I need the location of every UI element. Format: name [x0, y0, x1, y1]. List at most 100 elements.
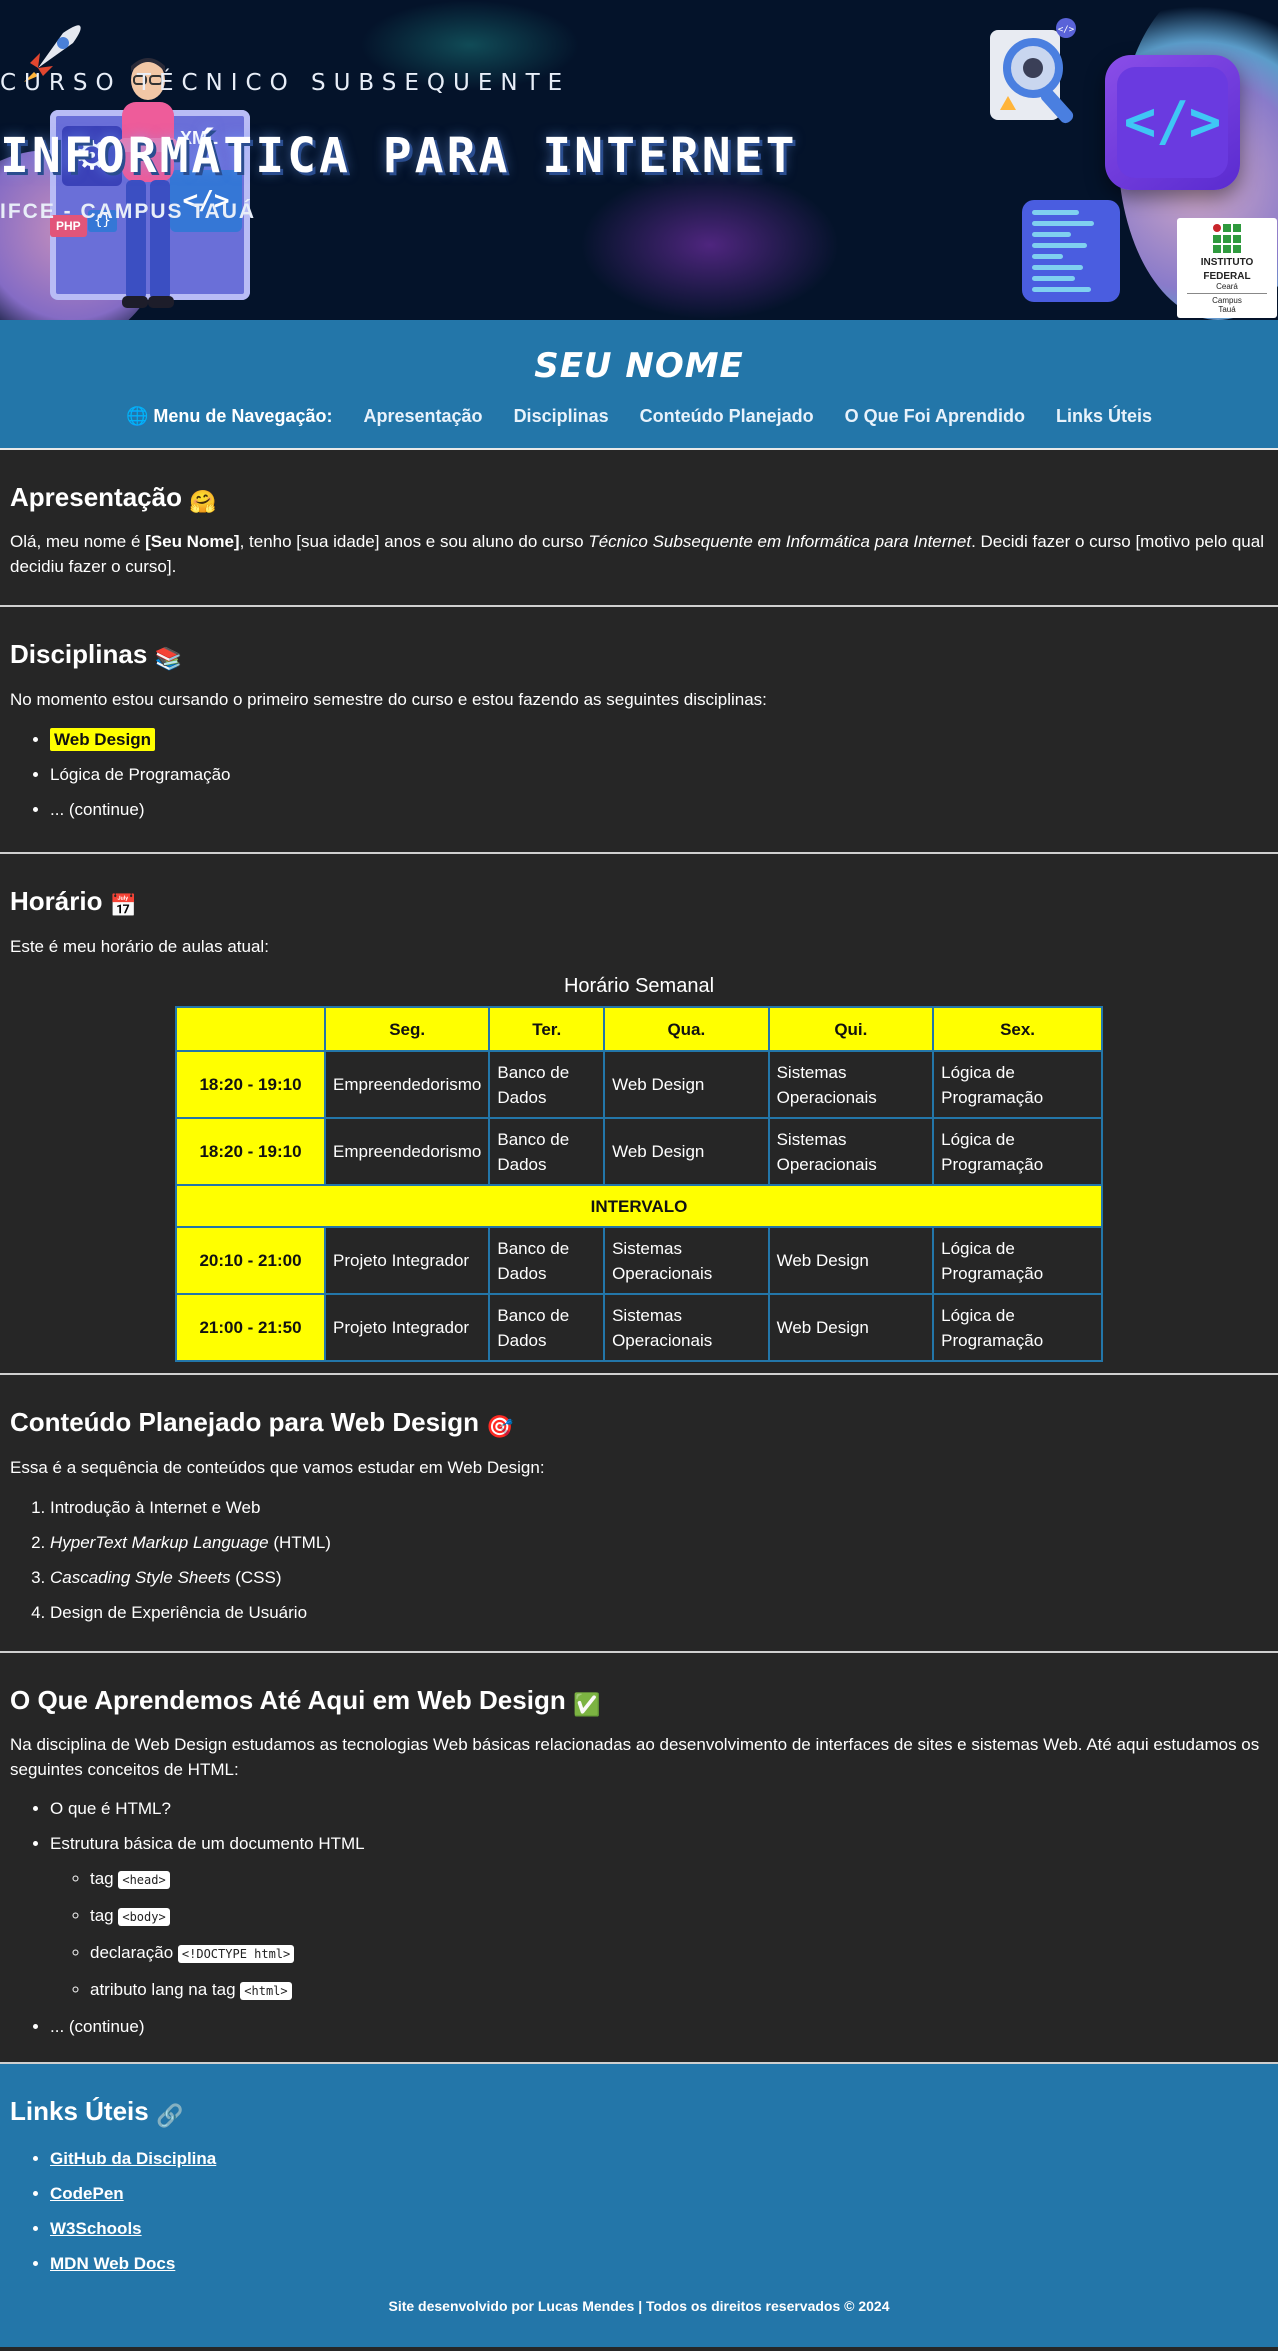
- list-item: declaração <!DOCTYPE html>: [90, 1940, 1268, 1967]
- class-cell: Empreendedorismo: [323, 1117, 491, 1186]
- class-cell: Lógica de Programação: [932, 1293, 1103, 1362]
- link-github-disciplina[interactable]: GitHub da Disciplina: [50, 2149, 216, 2168]
- section-links-uteis: Links Úteis 🔗 GitHub da Disciplina CodeP…: [0, 2064, 1278, 2347]
- list-item: ... (continue): [50, 797, 1268, 822]
- break-row: INTERVALO: [175, 1184, 1103, 1228]
- class-cell: Lógica de Programação: [932, 1226, 1103, 1295]
- class-cell: Sistemas Operacionais: [603, 1293, 770, 1362]
- disciplinas-intro: No momento estou cursando o primeiro sem…: [10, 690, 767, 709]
- class-cell: Projeto Integrador: [323, 1226, 491, 1295]
- time-cell: 18:20 - 19:10: [175, 1050, 326, 1119]
- links-list: GitHub da Disciplina CodePen W3Schools M…: [50, 2146, 1268, 2276]
- nav-link-apresentacao[interactable]: Apresentação: [363, 406, 482, 426]
- list-item: Introdução à Internet e Web: [50, 1495, 1268, 1520]
- developer-character-illustration: [118, 58, 178, 308]
- course-banner: ⚙ XML </> PHP {} </> </> CURSO TÉCNICO S…: [0, 0, 1278, 320]
- site-header: SEU NOME 🌐 Menu de Navegação: Apresentaç…: [0, 320, 1278, 450]
- list-item: MDN Web Docs: [50, 2251, 1268, 2276]
- class-cell: Lógica de Programação: [932, 1050, 1103, 1119]
- list-item: ... (continue): [50, 2014, 1268, 2039]
- section-conteudo-planejado: Conteúdo Planejado para Web Design 🎯 Ess…: [0, 1375, 1278, 1653]
- link-mdn-web-docs[interactable]: MDN Web Docs: [50, 2254, 175, 2273]
- student-name: [Seu Nome]: [145, 532, 240, 551]
- class-cell: Sistemas Operacionais: [767, 1050, 935, 1119]
- day-header: Qua.: [603, 1006, 770, 1052]
- list-item: Lógica de Programação: [50, 762, 1268, 787]
- class-cell: Projeto Integrador: [323, 1293, 491, 1362]
- class-cell: Web Design: [603, 1117, 770, 1186]
- corner-cell: [175, 1006, 326, 1052]
- link-w3schools[interactable]: W3Schools: [50, 2219, 142, 2238]
- section-title: Horário 📅: [10, 886, 138, 918]
- table-row: 18:20 - 19:10 Empreendedorismo Banco de …: [175, 1117, 1103, 1186]
- section-o-que-foi-aprendido: O Que Aprendemos Até Aqui em Web Design …: [0, 1653, 1278, 2064]
- section-horario: Horário 📅 Este é meu horário de aulas at…: [0, 854, 1278, 1375]
- table-header-row: Seg. Ter. Qua. Qui. Sex.: [175, 1006, 1103, 1052]
- footer-credits: Site desenvolvido por Lucas Mendes | Tod…: [388, 2298, 890, 2314]
- time-cell: 18:20 - 19:10: [175, 1117, 326, 1186]
- nav-link-o-que-foi-aprendido[interactable]: O Que Foi Aprendido: [845, 406, 1025, 426]
- schedule-table: Seg. Ter. Qua. Qui. Sex. 18:20 - 19:10 E…: [175, 1006, 1103, 1362]
- day-header: Qui.: [767, 1006, 935, 1052]
- list-item: Design de Experiência de Usuário: [50, 1600, 1268, 1625]
- class-cell: Empreendedorismo: [323, 1050, 491, 1119]
- conteudo-list: Introdução à Internet e Web HyperText Ma…: [50, 1495, 1268, 1625]
- table-row: 20:10 - 21:00 Projeto Integrador Banco d…: [175, 1226, 1103, 1295]
- list-item: CodePen: [50, 2181, 1268, 2206]
- code-snippet: <body>: [118, 1908, 170, 1926]
- section-title: Links Úteis 🔗: [10, 2096, 184, 2128]
- svg-text:</>: </>: [1058, 25, 1075, 35]
- nav-link-conteudo-planejado[interactable]: Conteúdo Planejado: [640, 406, 814, 426]
- list-item: W3Schools: [50, 2216, 1268, 2241]
- site-name: SEU NOME: [534, 346, 744, 386]
- section-apresentacao: Apresentação 🤗 Olá, meu nome é [Seu Nome…: [0, 450, 1278, 607]
- list-item: tag <body>: [90, 1903, 1268, 1930]
- html-structure-sublist: tag <head> tag <body> declaração <!DOCTY…: [90, 1866, 1268, 2004]
- list-item: Estrutura básica de um documento HTML ta…: [50, 1831, 1268, 2004]
- class-cell: Lógica de Programação: [932, 1117, 1103, 1186]
- list-item: O que é HTML?: [50, 1796, 1268, 1821]
- aprendido-list: O que é HTML? Estrutura básica de um doc…: [50, 1796, 1268, 2039]
- table-caption: Horário Semanal: [563, 975, 715, 997]
- day-header: Ter.: [488, 1006, 606, 1052]
- list-item: HyperText Markup Language (HTML): [50, 1530, 1268, 1555]
- link-emoji: 🔗: [155, 2103, 184, 2128]
- target-emoji: 🎯: [486, 1414, 514, 1439]
- day-header: Sex.: [932, 1006, 1103, 1052]
- link-codepen[interactable]: CodePen: [50, 2184, 124, 2203]
- code-snippet: <head>: [118, 1871, 170, 1889]
- course-name: Técnico Subsequente em Informática para …: [588, 532, 972, 551]
- highlighted-discipline: Web Design: [50, 728, 155, 751]
- banner-kicker: CURSO TÉCNICO SUBSEQUENTE: [0, 70, 571, 96]
- check-mark-emoji: ✅: [572, 1692, 601, 1717]
- code-snippet: <!DOCTYPE html>: [177, 1945, 295, 1963]
- aprendido-intro: Na disciplina de Web Design estudamos as…: [10, 1735, 1260, 1779]
- list-item: Cascading Style Sheets (CSS): [50, 1565, 1268, 1590]
- nav-link-links-uteis[interactable]: Links Úteis: [1056, 406, 1152, 426]
- class-cell: Web Design: [767, 1226, 935, 1295]
- section-title: Disciplinas 📚: [10, 639, 182, 671]
- break-cell: INTERVALO: [175, 1184, 1103, 1228]
- table-row: 21:00 - 21:50 Projeto Integrador Banco d…: [175, 1293, 1103, 1362]
- globe-icon: 🌐: [125, 406, 149, 426]
- ifce-logo: INSTITUTO FEDERAL Ceará Campus Tauá: [1177, 218, 1277, 318]
- class-cell: Banco de Dados: [488, 1226, 606, 1295]
- disciplinas-list: Web Design Lógica de Programação ... (co…: [50, 727, 1268, 822]
- nav-link-disciplinas[interactable]: Disciplinas: [514, 406, 609, 426]
- ifce-logo-mark: [1213, 224, 1241, 254]
- horario-intro: Este é meu horário de aulas atual:: [10, 937, 269, 956]
- day-header: Seg.: [323, 1006, 491, 1052]
- section-title: Conteúdo Planejado para Web Design 🎯: [10, 1407, 514, 1439]
- hugging-face-emoji: 🤗: [189, 489, 217, 514]
- navigation-menu: 🌐 Menu de Navegação: Apresentação Discip…: [0, 406, 1278, 427]
- section-disciplinas: Disciplinas 📚 No momento estou cursando …: [0, 607, 1278, 854]
- list-item: atributo lang na tag <html>: [90, 1977, 1268, 2004]
- table-row: 18:20 - 19:10 Empreendedorismo Banco de …: [175, 1050, 1103, 1119]
- list-item: Web Design: [50, 727, 1268, 752]
- banner-subtitle: IFCE - CAMPUS TAUÁ: [0, 200, 257, 223]
- apresentacao-paragraph: Olá, meu nome é [Seu Nome], tenho [sua i…: [10, 532, 1264, 576]
- books-emoji: 📚: [154, 646, 182, 671]
- class-cell: Banco de Dados: [488, 1293, 606, 1362]
- class-cell: Web Design: [767, 1293, 935, 1362]
- nav-label: Menu de Navegação:: [153, 406, 333, 426]
